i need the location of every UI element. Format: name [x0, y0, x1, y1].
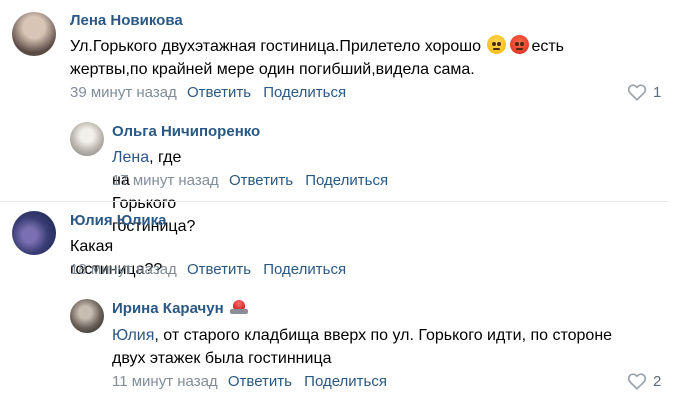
pleading-face-icon [487, 35, 507, 54]
comment-meta: 17 минут назад Ответить Поделиться [112, 172, 396, 189]
comment-time[interactable]: 18 минут назад [70, 261, 177, 278]
comment-meta: 18 минут назад Ответить Поделиться [70, 261, 354, 278]
mention-link[interactable]: Юлия [112, 327, 154, 344]
reply-button[interactable]: Ответить [187, 84, 251, 101]
comment-author[interactable]: Ирина Карачун [112, 300, 248, 317]
comment-time[interactable]: 39 минут назад [70, 84, 177, 101]
heart-icon [627, 373, 647, 390]
share-button[interactable]: Поделиться [304, 373, 387, 390]
like-count: 1 [653, 83, 662, 101]
avatar[interactable] [70, 122, 104, 156]
alarm-light-icon [229, 300, 248, 314]
avatar[interactable] [70, 299, 104, 333]
comment-time[interactable]: 17 минут назад [112, 172, 219, 189]
comment-author[interactable]: Ольга Ничипоренко [112, 123, 260, 140]
reply-button[interactable]: Ответить [228, 373, 292, 390]
like-count: 2 [653, 372, 662, 390]
heart-icon [627, 84, 647, 101]
comment-time[interactable]: 11 минут назад [112, 373, 218, 390]
reply-button[interactable]: Ответить [229, 172, 293, 189]
comment-meta: 39 минут назад Ответить Поделиться [70, 84, 354, 101]
avatar[interactable] [12, 211, 56, 255]
like-button[interactable]: 2 [627, 372, 661, 390]
reply-button[interactable]: Ответить [187, 261, 251, 278]
avatar[interactable] [12, 12, 56, 56]
comment-meta: 11 минут назад Ответить Поделиться [112, 373, 395, 390]
like-button[interactable]: 1 [627, 83, 661, 101]
comment-author[interactable]: Юлия Юлика [70, 212, 166, 229]
share-button[interactable]: Поделиться [263, 261, 346, 278]
share-button[interactable]: Поделиться [305, 172, 388, 189]
comment-author[interactable]: Лена Новикова [70, 12, 183, 29]
comment-text: Ул.Горького двухэтажная гостиница.Прилет… [70, 35, 590, 81]
divider [0, 201, 668, 202]
comment-text: Юлия, от старого кладбища вверх по ул. Г… [112, 327, 613, 367]
share-button[interactable]: Поделиться [263, 84, 346, 101]
mention-link[interactable]: Лена [112, 149, 149, 166]
angry-face-icon [510, 35, 530, 54]
